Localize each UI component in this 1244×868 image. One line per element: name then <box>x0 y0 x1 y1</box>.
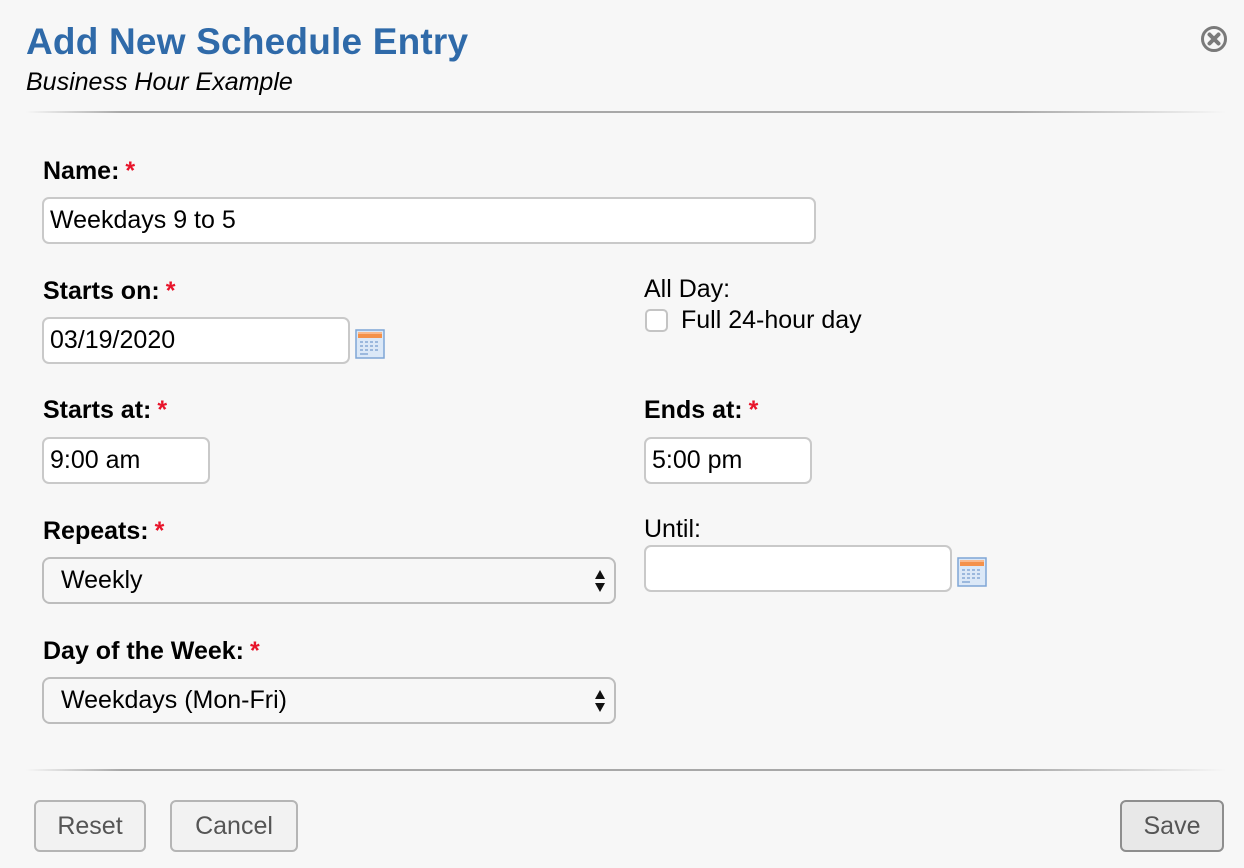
starts-at-input[interactable] <box>42 437 210 484</box>
until-calendar-button[interactable] <box>957 557 987 587</box>
required-marker: * <box>249 637 260 665</box>
ends-at-label: Ends at: * <box>644 395 758 425</box>
header-divider <box>26 111 1226 113</box>
required-marker: * <box>154 517 165 545</box>
dialog-subtitle: Business Hour Example <box>26 68 293 96</box>
required-marker: * <box>748 396 759 424</box>
starts-on-input[interactable] <box>42 317 350 364</box>
day-of-week-select[interactable]: Weekdays (Mon-Fri) <box>42 677 616 724</box>
footer-divider <box>26 769 1226 771</box>
cancel-button[interactable]: Cancel <box>170 800 298 852</box>
repeats-select[interactable]: Weekly <box>42 557 616 604</box>
all-day-checkbox[interactable] <box>645 309 668 332</box>
repeats-label-text: Repeats: <box>43 517 149 545</box>
required-marker: * <box>157 396 168 424</box>
starts-on-label-text: Starts on: <box>43 277 160 305</box>
ends-at-input[interactable] <box>644 437 812 484</box>
close-circle-icon <box>1201 26 1227 52</box>
dialog-title: Add New Schedule Entry <box>26 21 469 62</box>
day-of-week-label-text: Day of the Week: <box>43 637 244 665</box>
name-label: Name: * <box>43 156 135 186</box>
select-arrows-icon <box>595 690 605 712</box>
all-day-label: All Day: <box>644 275 731 303</box>
select-arrows-icon <box>595 570 605 592</box>
required-marker: * <box>125 157 136 185</box>
reset-button[interactable]: Reset <box>34 800 146 852</box>
ends-at-label-text: Ends at: <box>644 396 743 424</box>
save-button[interactable]: Save <box>1120 800 1224 852</box>
starts-at-label: Starts at: * <box>43 395 167 425</box>
name-input[interactable] <box>42 197 816 244</box>
repeats-selected-value: Weekly <box>61 566 143 594</box>
calendar-icon <box>957 557 987 587</box>
until-label: Until: <box>644 515 701 543</box>
starts-at-label-text: Starts at: <box>43 396 152 424</box>
required-marker: * <box>165 277 176 305</box>
day-of-week-label: Day of the Week: * <box>43 636 260 666</box>
day-of-week-selected-value: Weekdays (Mon-Fri) <box>61 686 287 714</box>
name-label-text: Name: <box>43 157 120 185</box>
all-day-checkbox-label[interactable]: Full 24-hour day <box>681 305 862 335</box>
starts-on-label: Starts on: * <box>43 276 175 306</box>
until-input[interactable] <box>644 545 952 592</box>
repeats-label: Repeats: * <box>43 516 164 546</box>
calendar-icon <box>355 329 385 359</box>
close-button[interactable] <box>1200 25 1228 53</box>
starts-on-calendar-button[interactable] <box>355 329 385 359</box>
